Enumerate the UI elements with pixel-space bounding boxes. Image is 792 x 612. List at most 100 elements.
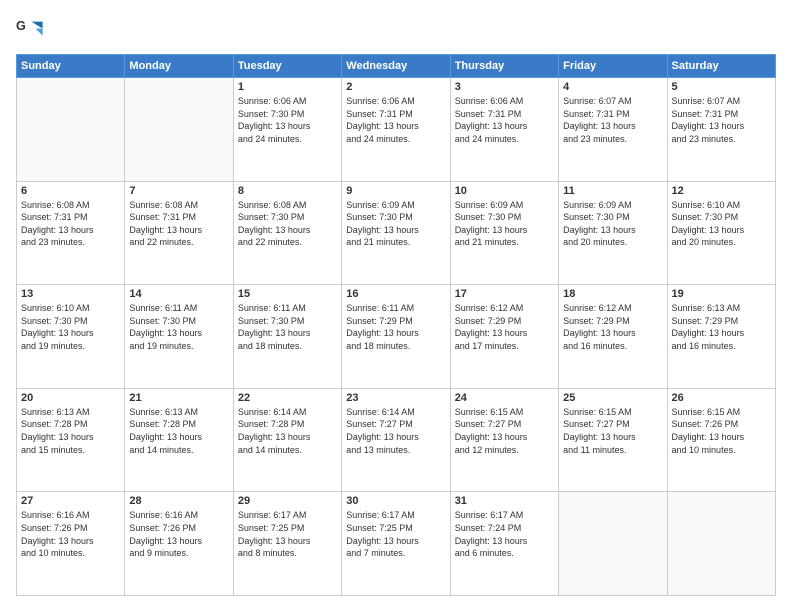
day-info: Sunrise: 6:08 AM Sunset: 7:31 PM Dayligh… <box>21 199 120 249</box>
day-number: 8 <box>238 185 337 197</box>
day-number: 22 <box>238 392 337 404</box>
calendar-cell: 16 Sunrise: 6:11 AM Sunset: 7:29 PM Dayli… <box>342 285 450 389</box>
day-number: 16 <box>346 288 445 300</box>
week-row-2: 6Sunrise: 6:08 AM Sunset: 7:31 PM Daylig… <box>17 181 776 285</box>
calendar-cell: 21Sunrise: 6:13 AM Sunset: 7:28 PM Dayli… <box>125 388 233 492</box>
calendar-cell: 19 Sunrise: 6:13 AM Sunset: 7:29 PM Dayli… <box>667 285 775 389</box>
day-info: Sunrise: 6:06 AM Sunset: 7:31 PM Dayligh… <box>346 95 445 145</box>
day-info: Sunrise: 6:14 AM Sunset: 7:28 PM Dayligh… <box>238 406 337 456</box>
day-number: 5 <box>672 81 771 93</box>
day-info: Sunrise: 6:10 AM Sunset: 7:30 PM Dayligh… <box>672 199 771 249</box>
day-info: Sunrise: 6:17 AM Sunset: 7:25 PM Dayligh… <box>346 509 445 559</box>
calendar-cell <box>559 492 667 596</box>
day-number: 7 <box>129 185 228 197</box>
day-info: Sunrise: 6:11 AM Sunset: 7:30 PM Dayligh… <box>129 302 228 352</box>
week-row-4: 20 Sunrise: 6:13 AM Sunset: 7:28 PM Dayli… <box>17 388 776 492</box>
calendar-cell: 12 Sunrise: 6:10 AM Sunset: 7:30 PM Dayli… <box>667 181 775 285</box>
calendar-cell: 28 Sunrise: 6:16 AM Sunset: 7:26 PM Dayli… <box>125 492 233 596</box>
calendar-cell: 17 Sunrise: 6:12 AM Sunset: 7:29 PM Dayli… <box>450 285 558 389</box>
day-number: 4 <box>563 81 662 93</box>
day-number: 27 <box>21 495 120 507</box>
calendar-cell: 8 Sunrise: 6:08 AM Sunset: 7:30 PM Daylig… <box>233 181 341 285</box>
calendar-cell: 13 Sunrise: 6:10 AM Sunset: 7:30 PM Dayli… <box>17 285 125 389</box>
day-info: Sunrise: 6:09 AM Sunset: 7:30 PM Dayligh… <box>346 199 445 249</box>
day-number: 9 <box>346 185 445 197</box>
day-number: 10 <box>455 185 554 197</box>
day-number: 15 <box>238 288 337 300</box>
day-number: 14 <box>129 288 228 300</box>
day-info: Sunrise: 6:17 AM Sunset: 7:24 PM Dayligh… <box>455 509 554 559</box>
calendar: SundayMondayTuesdayWednesdayThursdayFrid… <box>16 54 776 596</box>
day-info: Sunrise: 6:12 AM Sunset: 7:29 PM Dayligh… <box>563 302 662 352</box>
day-info: Sunrise: 6:07 AM Sunset: 7:31 PM Dayligh… <box>672 95 771 145</box>
calendar-cell: 27Sunrise: 6:16 AM Sunset: 7:26 PM Dayli… <box>17 492 125 596</box>
day-info: Sunrise: 6:12 AM Sunset: 7:29 PM Dayligh… <box>455 302 554 352</box>
weekday-header-monday: Monday <box>125 55 233 78</box>
calendar-cell <box>125 78 233 182</box>
day-number: 3 <box>455 81 554 93</box>
day-number: 12 <box>672 185 771 197</box>
weekday-header-row: SundayMondayTuesdayWednesdayThursdayFrid… <box>17 55 776 78</box>
weekday-header-friday: Friday <box>559 55 667 78</box>
calendar-cell: 26 Sunrise: 6:15 AM Sunset: 7:26 PM Dayli… <box>667 388 775 492</box>
day-info: Sunrise: 6:13 AM Sunset: 7:29 PM Dayligh… <box>672 302 771 352</box>
day-number: 30 <box>346 495 445 507</box>
day-number: 31 <box>455 495 554 507</box>
header: G <box>16 16 776 44</box>
day-info: Sunrise: 6:09 AM Sunset: 7:30 PM Dayligh… <box>563 199 662 249</box>
day-info: Sunrise: 6:15 AM Sunset: 7:26 PM Dayligh… <box>672 406 771 456</box>
weekday-header-thursday: Thursday <box>450 55 558 78</box>
day-number: 18 <box>563 288 662 300</box>
calendar-cell: 1 Sunrise: 6:06 AM Sunset: 7:30 PM Daylig… <box>233 78 341 182</box>
calendar-cell <box>17 78 125 182</box>
day-info: Sunrise: 6:13 AM Sunset: 7:28 PM Dayligh… <box>21 406 120 456</box>
day-info: Sunrise: 6:17 AM Sunset: 7:25 PM Dayligh… <box>238 509 337 559</box>
day-number: 17 <box>455 288 554 300</box>
calendar-cell: 2Sunrise: 6:06 AM Sunset: 7:31 PM Daylig… <box>342 78 450 182</box>
calendar-cell: 5 Sunrise: 6:07 AM Sunset: 7:31 PM Daylig… <box>667 78 775 182</box>
logo: G <box>16 16 48 44</box>
weekday-header-saturday: Saturday <box>667 55 775 78</box>
calendar-cell: 18 Sunrise: 6:12 AM Sunset: 7:29 PM Dayli… <box>559 285 667 389</box>
calendar-cell: 25 Sunrise: 6:15 AM Sunset: 7:27 PM Dayli… <box>559 388 667 492</box>
day-info: Sunrise: 6:15 AM Sunset: 7:27 PM Dayligh… <box>563 406 662 456</box>
day-number: 25 <box>563 392 662 404</box>
day-info: Sunrise: 6:11 AM Sunset: 7:30 PM Dayligh… <box>238 302 337 352</box>
calendar-cell: 20 Sunrise: 6:13 AM Sunset: 7:28 PM Dayli… <box>17 388 125 492</box>
day-info: Sunrise: 6:15 AM Sunset: 7:27 PM Dayligh… <box>455 406 554 456</box>
week-row-3: 13 Sunrise: 6:10 AM Sunset: 7:30 PM Dayli… <box>17 285 776 389</box>
day-number: 1 <box>238 81 337 93</box>
calendar-cell: 9 Sunrise: 6:09 AM Sunset: 7:30 PM Daylig… <box>342 181 450 285</box>
day-number: 28 <box>129 495 228 507</box>
svg-text:G: G <box>16 19 26 33</box>
day-info: Sunrise: 6:16 AM Sunset: 7:26 PM Dayligh… <box>129 509 228 559</box>
day-info: Sunrise: 6:08 AM Sunset: 7:30 PM Dayligh… <box>238 199 337 249</box>
day-number: 26 <box>672 392 771 404</box>
calendar-cell: 6Sunrise: 6:08 AM Sunset: 7:31 PM Daylig… <box>17 181 125 285</box>
week-row-5: 27 Sunrise: 6:16 AM Sunset: 7:26 PM Dayli… <box>17 492 776 596</box>
day-number: 11 <box>563 185 662 197</box>
day-number: 13 <box>21 288 120 300</box>
calendar-cell: 11 Sunrise: 6:09 AM Sunset: 7:30 PM Dayli… <box>559 181 667 285</box>
day-info: Sunrise: 6:06 AM Sunset: 7:30 PM Dayligh… <box>238 95 337 145</box>
calendar-cell <box>667 492 775 596</box>
calendar-cell: 4Sunrise: 6:07 AM Sunset: 7:31 PM Daylig… <box>559 78 667 182</box>
calendar-cell: 29Sunrise: 6:17 AM Sunset: 7:25 PM Dayli… <box>233 492 341 596</box>
day-number: 20 <box>21 392 120 404</box>
day-info: Sunrise: 6:10 AM Sunset: 7:30 PM Dayligh… <box>21 302 120 352</box>
calendar-cell: 15 Sunrise: 6:11 AM Sunset: 7:30 PM Dayli… <box>233 285 341 389</box>
calendar-cell: 22 Sunrise: 6:14 AM Sunset: 7:28 PM Dayli… <box>233 388 341 492</box>
weekday-header-wednesday: Wednesday <box>342 55 450 78</box>
day-number: 19 <box>672 288 771 300</box>
day-info: Sunrise: 6:09 AM Sunset: 7:30 PM Dayligh… <box>455 199 554 249</box>
weekday-header-tuesday: Tuesday <box>233 55 341 78</box>
day-number: 23 <box>346 392 445 404</box>
day-info: Sunrise: 6:14 AM Sunset: 7:27 PM Dayligh… <box>346 406 445 456</box>
logo-icon: G <box>16 16 44 44</box>
day-info: Sunrise: 6:08 AM Sunset: 7:31 PM Dayligh… <box>129 199 228 249</box>
calendar-cell: 24Sunrise: 6:15 AM Sunset: 7:27 PM Dayli… <box>450 388 558 492</box>
calendar-cell: 31 Sunrise: 6:17 AM Sunset: 7:24 PM Dayli… <box>450 492 558 596</box>
calendar-cell: 14 Sunrise: 6:11 AM Sunset: 7:30 PM Dayli… <box>125 285 233 389</box>
week-row-1: 1 Sunrise: 6:06 AM Sunset: 7:30 PM Daylig… <box>17 78 776 182</box>
day-info: Sunrise: 6:11 AM Sunset: 7:29 PM Dayligh… <box>346 302 445 352</box>
